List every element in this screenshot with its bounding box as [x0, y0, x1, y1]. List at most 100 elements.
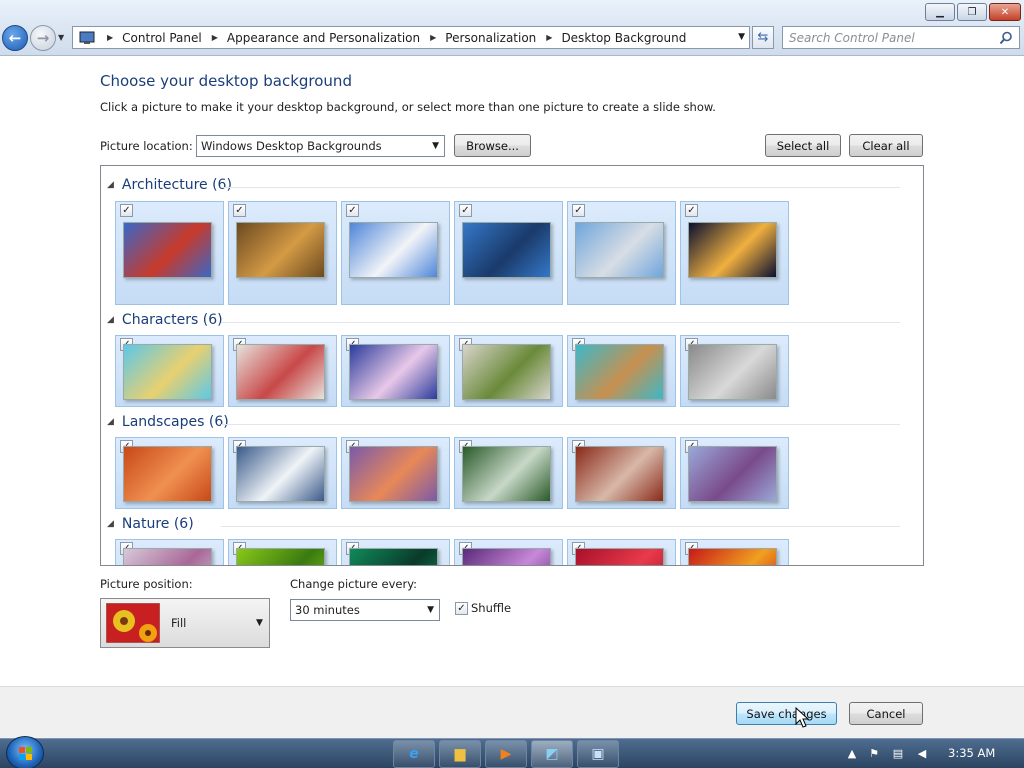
- background-tile[interactable]: ✓: [115, 201, 224, 305]
- restore-button[interactable]: ❐: [957, 3, 987, 21]
- network-icon[interactable]: ▤: [891, 746, 905, 760]
- show-hidden-icons-icon[interactable]: ▲: [845, 746, 859, 760]
- tile-checkbox[interactable]: ✓: [346, 204, 359, 217]
- search-input[interactable]: Search Control Panel: [782, 26, 1020, 49]
- background-thumbnail[interactable]: [575, 548, 664, 565]
- background-thumbnail[interactable]: [462, 344, 551, 400]
- background-tile[interactable]: ✓: [680, 201, 789, 305]
- browse-button[interactable]: Browse...: [454, 134, 531, 157]
- background-thumbnail[interactable]: [575, 344, 664, 400]
- tile-checkbox[interactable]: ✓: [233, 204, 246, 217]
- tile-checkbox[interactable]: ✓: [572, 204, 585, 217]
- background-thumbnail[interactable]: [123, 548, 212, 565]
- background-thumbnail[interactable]: [349, 222, 438, 278]
- change-interval-select[interactable]: 30 minutes ▼: [290, 599, 440, 621]
- select-all-button[interactable]: Select all: [765, 134, 841, 157]
- background-tile[interactable]: ✓: [567, 335, 676, 407]
- clear-all-button[interactable]: Clear all: [849, 134, 923, 157]
- background-thumbnail[interactable]: [688, 548, 777, 565]
- collapse-triangle-icon[interactable]: ◢: [107, 417, 114, 427]
- breadcrumb-personalization[interactable]: Personalization: [445, 31, 536, 45]
- background-thumbnail[interactable]: [688, 222, 777, 278]
- background-thumbnail[interactable]: [236, 222, 325, 278]
- group-header[interactable]: ◢ Landscapes (6): [107, 414, 229, 430]
- breadcrumb-arrow-icon[interactable]: ▶: [212, 33, 218, 42]
- refresh-icon[interactable]: ⇆: [752, 26, 774, 49]
- breadcrumb-arrow-icon[interactable]: ▶: [546, 33, 552, 42]
- background-tile[interactable]: ✓: [680, 539, 789, 565]
- search-icon[interactable]: [999, 31, 1013, 45]
- address-bar[interactable]: ▶ Control Panel ▶ Appearance and Persona…: [72, 26, 750, 49]
- tile-checkbox[interactable]: ✓: [459, 204, 472, 217]
- picture-location-select[interactable]: Windows Desktop Backgrounds ▼: [196, 135, 445, 157]
- background-tile[interactable]: ✓: [228, 201, 337, 305]
- explorer-folder-icon[interactable]: ▆: [439, 740, 481, 768]
- background-thumbnail[interactable]: [575, 446, 664, 502]
- background-tile[interactable]: ✓: [228, 335, 337, 407]
- background-thumbnail[interactable]: [462, 446, 551, 502]
- background-tile[interactable]: ✓: [567, 201, 676, 305]
- address-dropdown-icon[interactable]: ▼: [738, 32, 745, 42]
- background-tile[interactable]: ✓: [228, 539, 337, 565]
- clock[interactable]: 3:35 AM: [948, 746, 995, 760]
- background-tile[interactable]: ✓: [341, 539, 450, 565]
- start-button[interactable]: [6, 736, 44, 768]
- background-tile[interactable]: ✓: [115, 539, 224, 565]
- background-tile[interactable]: ✓: [115, 335, 224, 407]
- recent-pages-dropdown-icon[interactable]: ▼: [58, 33, 64, 42]
- internet-explorer-icon[interactable]: e: [393, 740, 435, 768]
- shuffle-label[interactable]: Shuffle: [471, 601, 511, 615]
- breadcrumb-arrow-icon[interactable]: ▶: [107, 33, 113, 42]
- breadcrumb-control-panel[interactable]: Control Panel: [122, 31, 202, 45]
- background-tile[interactable]: ✓: [454, 539, 563, 565]
- group-header[interactable]: ◢ Characters (6): [107, 312, 223, 328]
- close-button[interactable]: ✕: [989, 3, 1021, 21]
- breadcrumb-appearance[interactable]: Appearance and Personalization: [227, 31, 420, 45]
- background-tile[interactable]: ✓: [341, 335, 450, 407]
- background-thumbnail[interactable]: [462, 222, 551, 278]
- control-panel-task-icon[interactable]: ◩: [531, 740, 573, 768]
- cancel-button[interactable]: Cancel: [849, 702, 923, 725]
- background-tile[interactable]: ✓: [115, 437, 224, 509]
- collapse-triangle-icon[interactable]: ◢: [107, 180, 114, 190]
- minimize-button[interactable]: ▁: [925, 3, 955, 21]
- picture-position-select[interactable]: Fill ▼: [100, 598, 270, 648]
- background-tile[interactable]: ✓: [454, 437, 563, 509]
- background-thumbnail[interactable]: [349, 446, 438, 502]
- background-thumbnail[interactable]: [349, 548, 438, 565]
- background-thumbnail[interactable]: [688, 446, 777, 502]
- background-tile[interactable]: ✓: [228, 437, 337, 509]
- background-thumbnail[interactable]: [123, 446, 212, 502]
- background-thumbnail[interactable]: [123, 344, 212, 400]
- background-thumbnail[interactable]: [688, 344, 777, 400]
- background-tile[interactable]: ✓: [567, 437, 676, 509]
- media-player-icon[interactable]: ▶: [485, 740, 527, 768]
- background-thumbnail[interactable]: [236, 446, 325, 502]
- remote-desktop-icon[interactable]: ▣: [577, 740, 619, 768]
- background-gallery[interactable]: ◢ Architecture (6) ✓ ✓ ✓ ✓ ✓ ✓ ◢ Characters (6)…: [100, 165, 924, 566]
- group-header[interactable]: ◢ Nature (6): [107, 516, 194, 532]
- background-tile[interactable]: ✓: [454, 201, 563, 305]
- background-tile[interactable]: ✓: [680, 335, 789, 407]
- collapse-triangle-icon[interactable]: ◢: [107, 519, 114, 529]
- shuffle-checkbox[interactable]: ✓: [455, 602, 468, 615]
- background-thumbnail[interactable]: [236, 344, 325, 400]
- background-thumbnail[interactable]: [462, 548, 551, 565]
- background-thumbnail[interactable]: [123, 222, 212, 278]
- background-tile[interactable]: ✓: [567, 539, 676, 565]
- background-tile[interactable]: ✓: [341, 201, 450, 305]
- background-thumbnail[interactable]: [236, 548, 325, 565]
- background-tile[interactable]: ✓: [341, 437, 450, 509]
- volume-icon[interactable]: ◀: [915, 746, 929, 760]
- forward-button[interactable]: →: [30, 25, 56, 51]
- background-thumbnail[interactable]: [575, 222, 664, 278]
- group-header[interactable]: ◢ Architecture (6): [107, 177, 232, 193]
- breadcrumb-desktop-background[interactable]: Desktop Background: [561, 31, 686, 45]
- tile-checkbox[interactable]: ✓: [685, 204, 698, 217]
- breadcrumb-arrow-icon[interactable]: ▶: [430, 33, 436, 42]
- save-changes-button[interactable]: Save changes: [736, 702, 837, 725]
- action-center-icon[interactable]: ⚑: [867, 746, 881, 760]
- tile-checkbox[interactable]: ✓: [120, 204, 133, 217]
- back-button[interactable]: ←: [2, 25, 28, 51]
- background-tile[interactable]: ✓: [680, 437, 789, 509]
